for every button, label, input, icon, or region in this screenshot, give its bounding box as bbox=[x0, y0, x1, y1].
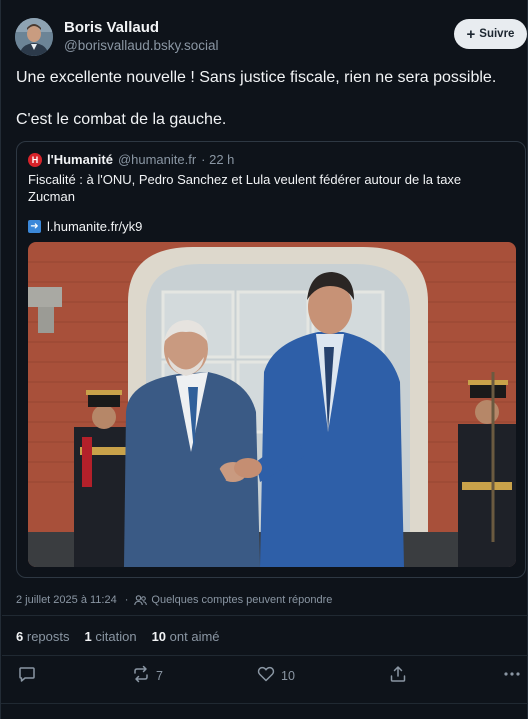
post-meta: 2 juillet 2025 à 11:24 · Quelques compte… bbox=[16, 594, 332, 606]
reply-button[interactable] bbox=[18, 665, 36, 686]
quoted-post-link[interactable]: ➜ l.humanite.fr/yk9 bbox=[28, 219, 142, 234]
repost-count: 7 bbox=[156, 668, 163, 683]
post-text-line: Une excellente nouvelle ! Sans justice f… bbox=[16, 69, 497, 86]
post-text: Une excellente nouvelle ! Sans justice f… bbox=[16, 67, 516, 130]
post-timestamp[interactable]: 2 juillet 2025 à 11:24 bbox=[16, 594, 117, 606]
quoted-post-header: H l'Humanité @humanite.fr · 22 h bbox=[28, 152, 234, 167]
repost-arrows-icon bbox=[132, 665, 150, 686]
quoted-post-age: · 22 h bbox=[201, 152, 235, 167]
people-icon bbox=[134, 594, 148, 606]
reposts-stat[interactable]: 6 reposts bbox=[16, 629, 70, 644]
reposts-label: reposts bbox=[26, 629, 70, 644]
author-name[interactable]: Boris Vallaud bbox=[64, 19, 159, 36]
follow-button[interactable]: + Suivre bbox=[454, 19, 527, 49]
post-actions: 7 10 bbox=[1, 665, 528, 689]
quotes-label: citation bbox=[95, 629, 137, 644]
share-button[interactable] bbox=[389, 665, 407, 686]
meta-separator: · bbox=[124, 594, 129, 606]
repost-button[interactable]: 7 bbox=[132, 665, 163, 686]
link-arrow-icon: ➜ bbox=[28, 220, 41, 233]
author-handle[interactable]: @borisvallaud.bsky.social bbox=[64, 38, 219, 53]
quoted-post-image[interactable] bbox=[28, 242, 516, 567]
likes-label: ont aimé bbox=[169, 629, 220, 644]
like-count: 10 bbox=[281, 668, 295, 683]
reply-bubble-icon bbox=[18, 665, 36, 686]
heart-icon bbox=[257, 665, 275, 686]
post-stats: 6 reposts 1 citation 10 ont aimé bbox=[16, 629, 220, 644]
divider bbox=[2, 655, 528, 656]
reply-setting[interactable]: Quelques comptes peuvent répondre bbox=[151, 594, 332, 606]
follow-label: Suivre bbox=[479, 28, 515, 40]
reposts-count: 6 bbox=[16, 629, 24, 644]
quotes-stat[interactable]: 1 citation bbox=[85, 629, 137, 644]
quotes-count: 1 bbox=[84, 629, 92, 644]
more-options-button[interactable] bbox=[503, 665, 521, 686]
post-text-line: C'est le combat de la gauche. bbox=[16, 111, 227, 128]
like-button[interactable]: 10 bbox=[257, 665, 295, 686]
author-avatar[interactable] bbox=[15, 18, 53, 56]
humanite-logo-icon: H bbox=[28, 152, 42, 167]
quoted-author-handle: @humanite.fr bbox=[117, 152, 197, 167]
share-icon bbox=[389, 665, 407, 686]
quoted-post-text: Fiscalité : à l'ONU, Pedro Sanchez et Lu… bbox=[28, 172, 462, 204]
likes-count: 10 bbox=[151, 629, 167, 644]
divider bbox=[1, 703, 528, 704]
divider bbox=[2, 615, 528, 616]
likes-stat[interactable]: 10 ont aimé bbox=[152, 629, 220, 644]
more-dots-icon bbox=[503, 665, 521, 686]
quoted-post-card[interactable]: H l'Humanité @humanite.fr · 22 h Fiscali… bbox=[16, 141, 526, 578]
plus-icon: + bbox=[466, 25, 476, 43]
quoted-author-name[interactable]: l'Humanité bbox=[47, 152, 113, 167]
link-url[interactable]: l.humanite.fr/yk9 bbox=[47, 219, 142, 234]
post-thread-view: Boris Vallaud @borisvallaud.bsky.social … bbox=[0, 0, 528, 719]
